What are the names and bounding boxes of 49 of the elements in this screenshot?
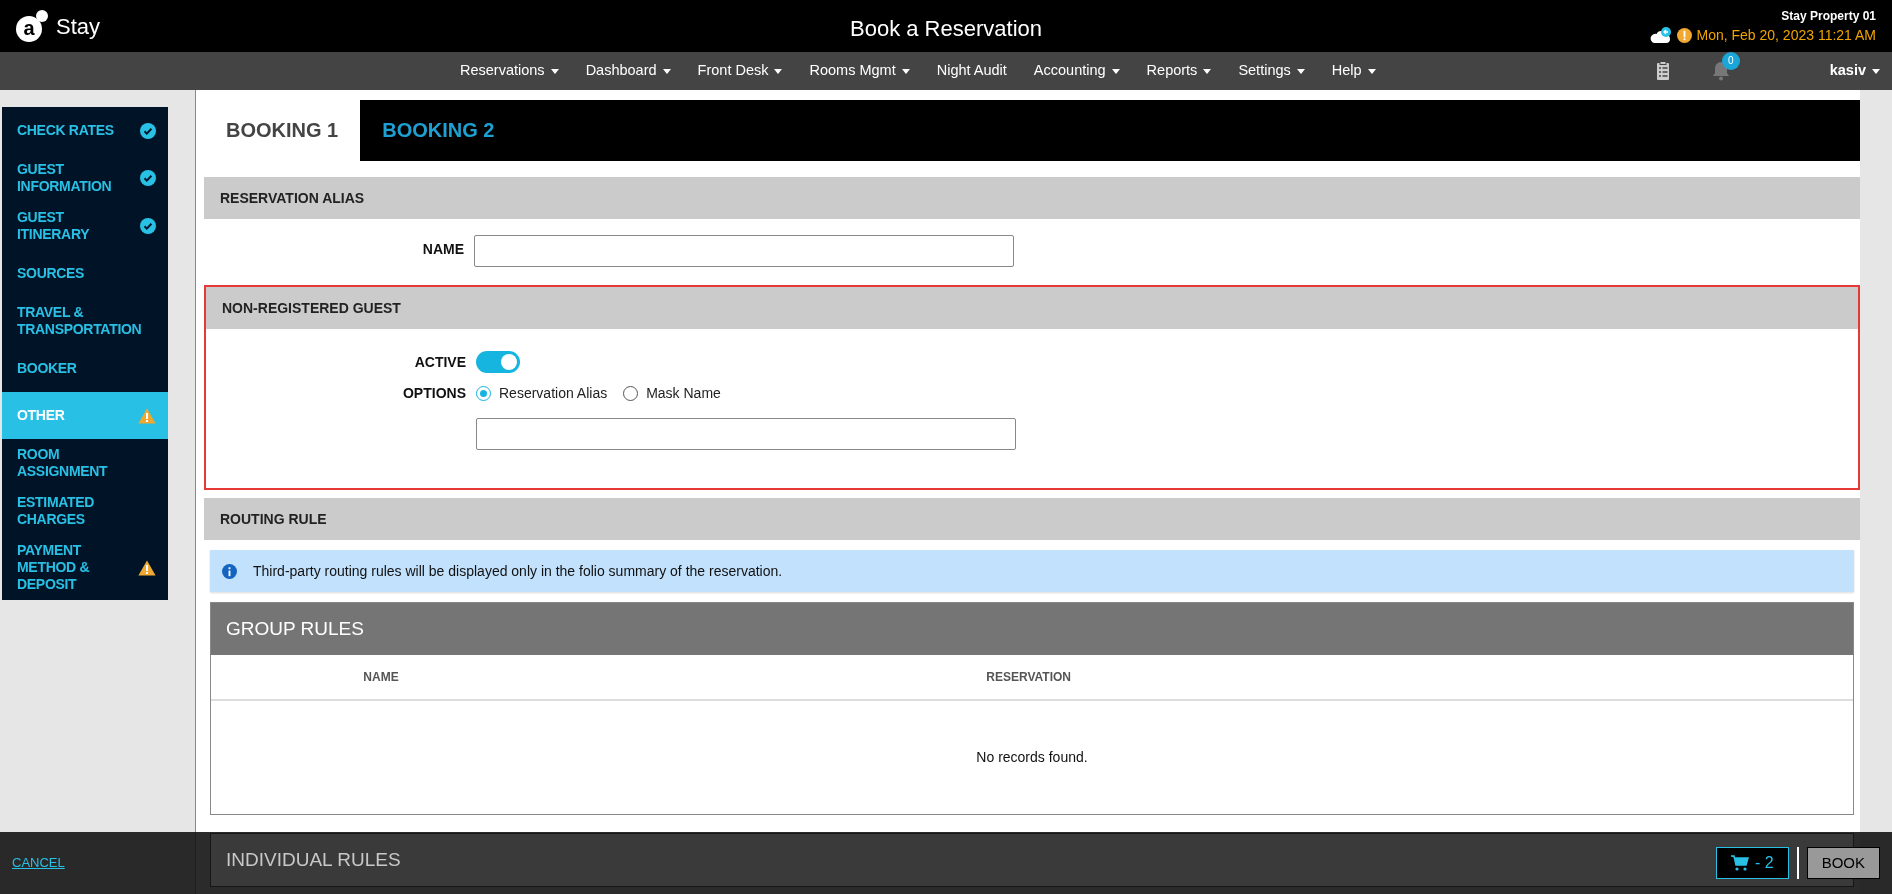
sidebar-item[interactable]: ESTIMATED CHARGES	[2, 487, 168, 535]
panel-header: GROUP RULES	[211, 603, 1853, 655]
page-title: Book a Reservation	[850, 16, 1042, 41]
sidebar-item[interactable]: CHECK RATES	[2, 107, 168, 154]
toggle-switch[interactable]	[476, 351, 520, 373]
sidebar-item[interactable]: BOOKER	[2, 345, 168, 392]
input-field[interactable]	[474, 235, 1014, 267]
cart-icon	[1730, 855, 1749, 871]
date-time: Mon, Feb 20, 2023 11:21 AM	[1696, 25, 1876, 45]
field-label: OPTIONS	[402, 384, 467, 403]
nav-menu-item[interactable]: Settings	[1238, 60, 1305, 82]
nav-menu-item[interactable]: Reports	[1146, 60, 1212, 82]
logo-text: Stay	[56, 12, 101, 41]
section-header: ROUTING RULE	[204, 498, 1860, 540]
cloud-icon	[1649, 26, 1674, 44]
radio-option[interactable]: Mask Name	[623, 383, 721, 404]
radio-option[interactable]: Reservation Alias	[476, 383, 608, 404]
nav-menu-item[interactable]: Help	[1331, 60, 1376, 82]
alert-icon	[1677, 27, 1693, 43]
nav-menu-item[interactable]: Dashboard	[585, 60, 671, 82]
section-header: RESERVATION ALIAS	[204, 177, 1860, 219]
notification-badge: 0	[1721, 52, 1740, 71]
sidebar-item[interactable]: ROOM ASSIGNMENT	[2, 439, 168, 487]
nav-menu-item[interactable]: Accounting	[1033, 60, 1120, 82]
empty-message: No records found.	[976, 748, 1088, 767]
user-menu[interactable]: kasiv	[1829, 60, 1880, 82]
clipboard-icon[interactable]	[1655, 61, 1670, 81]
nav-menu-item[interactable]: Rooms Mgmt	[809, 60, 910, 82]
sidebar-item[interactable]: PAYMENT METHOD & DEPOSIT	[2, 535, 168, 600]
sidebar-item[interactable]: GUEST ITINERARY	[2, 202, 168, 250]
property-name: Stay Property 01	[1781, 7, 1876, 25]
section-header: NON-REGISTERED GUEST	[206, 287, 1858, 329]
booking-tab[interactable]: BOOKING 1	[204, 100, 361, 161]
column-header: RESERVATION	[986, 670, 1071, 684]
sidebar-item[interactable]: SOURCES	[2, 250, 168, 297]
sidebar-item[interactable]: GUEST INFORMATION	[2, 154, 168, 202]
book-button[interactable]: BOOK	[1806, 847, 1880, 879]
cart-button[interactable]: - 2	[1715, 847, 1789, 879]
nav-menu-item[interactable]: Night Audit	[936, 60, 1007, 82]
field-label: ACTIVE	[413, 352, 467, 372]
column-header: NAME	[363, 670, 399, 684]
info-icon	[222, 563, 237, 579]
nav-menu-item[interactable]: Front Desk	[697, 60, 783, 82]
input-field[interactable]	[476, 418, 1016, 450]
cancel-link[interactable]: CANCEL	[12, 853, 65, 873]
nav-menu-item[interactable]: Reservations	[460, 60, 559, 82]
field-label: NAME	[421, 240, 465, 259]
info-text: Third-party routing rules will be displayed only in the folio summary of the reservation.	[253, 561, 783, 581]
sidebar-item[interactable]: TRAVEL & TRANSPORTATION	[2, 297, 168, 345]
